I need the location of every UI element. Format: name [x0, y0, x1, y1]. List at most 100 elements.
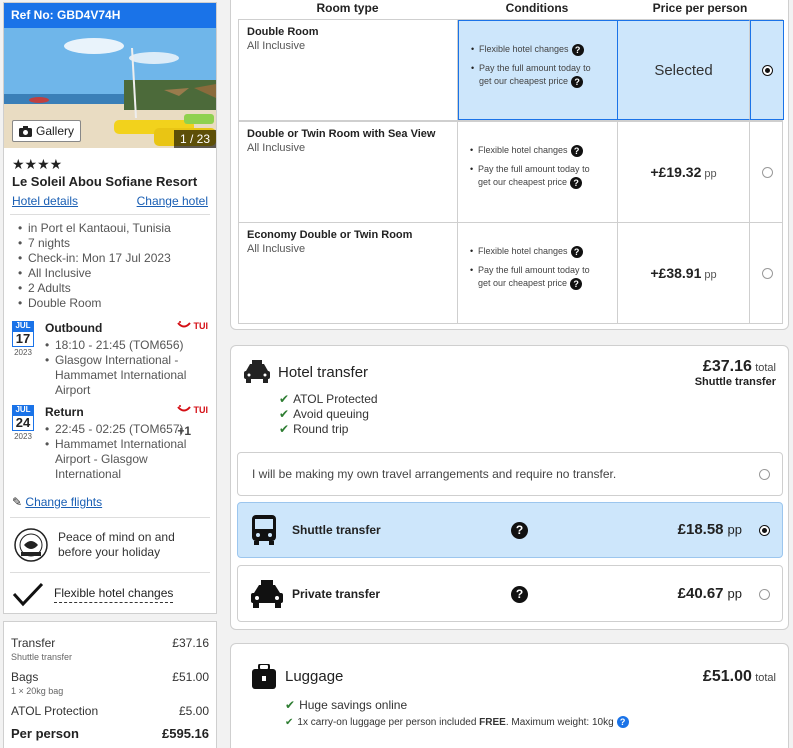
room-name: Double Room — [247, 26, 319, 38]
room-conditions: Flexible hotel changes? Pay the full amo… — [458, 223, 618, 323]
room-board: All Inclusive — [247, 40, 306, 52]
return-route-line-2: Airport - Glasgow — [55, 452, 148, 466]
help-icon[interactable]: ? — [570, 144, 583, 157]
luggage-total-price: £51.00 — [702, 668, 752, 685]
taxi-icon — [251, 580, 283, 608]
room-board: All Inclusive — [247, 243, 306, 255]
transfer-total-label: total — [755, 362, 776, 374]
check-icon: ✔ — [279, 422, 290, 436]
return-flight: JUL 24 2023 Return TUI +1 22:45 - 02:25 … — [4, 405, 216, 485]
transfer-benefits: ✔ ATOL Protected ✔ Avoid queuing ✔ Round tr… — [279, 392, 378, 436]
no-transfer-option[interactable]: I will be making my own travel arrangeme… — [237, 452, 783, 496]
room-radio[interactable] — [761, 64, 773, 76]
condition-flexible: Flexible hotel changes — [479, 44, 569, 54]
return-time: 22:45 - 02:25 (TOM657) — [45, 422, 216, 437]
header-room-type: Room type — [316, 1, 379, 15]
check-icon: ✔ — [285, 717, 294, 728]
help-icon[interactable]: ? — [571, 43, 584, 56]
bags-sub: 1 × 20kg bag — [11, 686, 64, 696]
room-radio[interactable] — [761, 166, 773, 178]
change-flights-link[interactable]: Change flights — [25, 495, 102, 509]
change-flights[interactable]: ✎ Change flights — [4, 485, 216, 509]
private-transfer-option[interactable]: Private transfer ? £40.67 pp — [237, 565, 783, 622]
detail-board: All Inclusive — [18, 266, 210, 281]
atol-label: ATOL Protection — [11, 704, 99, 718]
luggage-benefits: ✔ Huge savings online ✔ 1x carry-on luggag… — [285, 697, 629, 731]
detail-guests: 2 Adults — [18, 281, 210, 296]
help-icon[interactable]: ? — [570, 245, 583, 258]
outbound-route-line-2: Hammamet International — [55, 368, 187, 382]
condition-pay-full-2: get our cheapest price — [478, 177, 568, 187]
hotel-details-link[interactable]: Hotel details — [12, 194, 78, 208]
condition-pay-full-2: get our cheapest price — [478, 278, 568, 288]
luggage-total: £51.00 total — [703, 668, 776, 686]
no-transfer-radio[interactable] — [759, 469, 770, 480]
price-summary: Transfer £37.16 Shuttle transfer Bags £51.… — [3, 621, 217, 748]
star-rating: ★★★★ — [12, 156, 63, 172]
gallery-label: Gallery — [36, 124, 75, 138]
per-person-value: £595.16 — [162, 726, 209, 741]
outbound-flight: JUL 17 2023 Outbound TUI 18:10 - 21:45 (… — [4, 321, 216, 399]
room-row[interactable]: Double Room All Inclusive Flexible hotel… — [238, 19, 784, 121]
peace-text-2: before your holiday — [58, 545, 161, 559]
luggage-title: Luggage — [285, 668, 344, 685]
check-icon: ✔ — [279, 407, 290, 421]
detail-location: in Port el Kantaoui, Tunisia — [18, 221, 210, 236]
tui-logo-icon: TUI — [177, 321, 208, 331]
condition-pay-full-2: get our cheapest price — [479, 76, 569, 86]
room-conditions: Flexible hotel changes? Pay the full amo… — [458, 20, 618, 120]
room-name: Economy Double or Twin Room — [247, 229, 413, 241]
check-icon: ✔ — [285, 698, 296, 712]
header-price: Price per person — [652, 1, 748, 15]
room-row[interactable]: Double or Twin Room with Sea View All In… — [238, 121, 783, 223]
bags-value: £51.00 — [172, 670, 209, 684]
room-row[interactable]: Economy Double or Twin Room All Inclusiv… — [238, 222, 783, 324]
luggage-total-label: total — [755, 672, 776, 684]
luggage-benefit-1: Huge savings online — [299, 698, 408, 712]
shuttle-price: £18.58 — [677, 521, 724, 538]
booking-details-list: in Port el Kantaoui, Tunisia 7 nights Ch… — [10, 214, 210, 311]
bus-icon — [252, 515, 276, 545]
condition-pay-full: Pay the full amount today to — [478, 164, 590, 174]
outbound-time: 18:10 - 21:45 (TOM656) — [45, 338, 216, 353]
shuttle-radio[interactable] — [759, 525, 770, 536]
condition-flexible: Flexible hotel changes — [478, 145, 568, 155]
hotel-photo[interactable]: Gallery 1 / 23 — [4, 28, 216, 148]
change-hotel-link[interactable]: Change hotel — [137, 194, 208, 208]
help-icon[interactable]: ? — [571, 75, 584, 88]
pencil-icon: ✎ — [12, 495, 23, 509]
flexible-changes-label[interactable]: Flexible hotel changes — [54, 586, 174, 603]
room-radio[interactable] — [761, 267, 773, 279]
checkmark-icon — [12, 582, 44, 607]
help-icon[interactable]: ? — [511, 522, 528, 539]
detail-checkin: Check-in: Mon 17 Jul 2023 — [18, 251, 210, 266]
booking-summary-sidebar: Ref No: GBD4V74H Gallery 1 / 23 ★★★★ Le … — [3, 2, 217, 614]
gallery-button[interactable]: Gallery — [12, 120, 82, 142]
reference-number: Ref No: GBD4V74H — [4, 3, 216, 28]
help-icon[interactable]: ? — [570, 176, 583, 189]
peace-of-mind: Peace of mind on and before your holiday — [4, 518, 216, 564]
transfer-value: £37.16 — [172, 636, 209, 650]
room-name: Double or Twin Room with Sea View — [247, 128, 436, 140]
taxi-icon — [244, 360, 270, 383]
help-icon[interactable]: ? — [511, 586, 528, 603]
shuttle-transfer-option[interactable]: Shuttle transfer ? £18.58 pp — [237, 502, 783, 558]
transfer-label: Transfer — [11, 636, 56, 650]
condition-flexible: Flexible hotel changes — [478, 246, 568, 256]
room-conditions: Flexible hotel changes? Pay the full amo… — [458, 122, 618, 222]
help-icon[interactable]: ? — [570, 277, 583, 290]
private-transfer-label: Private transfer — [292, 587, 381, 601]
check-icon: ✔ — [279, 392, 290, 406]
detail-nights: 7 nights — [18, 236, 210, 251]
transfer-total: £37.16 total Shuttle transfer — [695, 358, 776, 388]
flexible-changes[interactable]: Flexible hotel changes — [4, 573, 216, 607]
return-route: Hammamet International — [45, 437, 216, 452]
header-conditions: Conditions — [505, 1, 569, 15]
outbound-route-line-3: Airport — [55, 383, 91, 397]
help-icon[interactable]: ? — [616, 716, 629, 729]
room-price: +£38.91 pp — [650, 265, 717, 281]
private-radio[interactable] — [759, 589, 770, 600]
no-transfer-label: I will be making my own travel arrangeme… — [252, 467, 617, 481]
transfer-total-price: £37.16 — [702, 358, 752, 375]
luggage-card: Luggage £51.00 total ✔ Huge savings onlin… — [230, 643, 789, 748]
